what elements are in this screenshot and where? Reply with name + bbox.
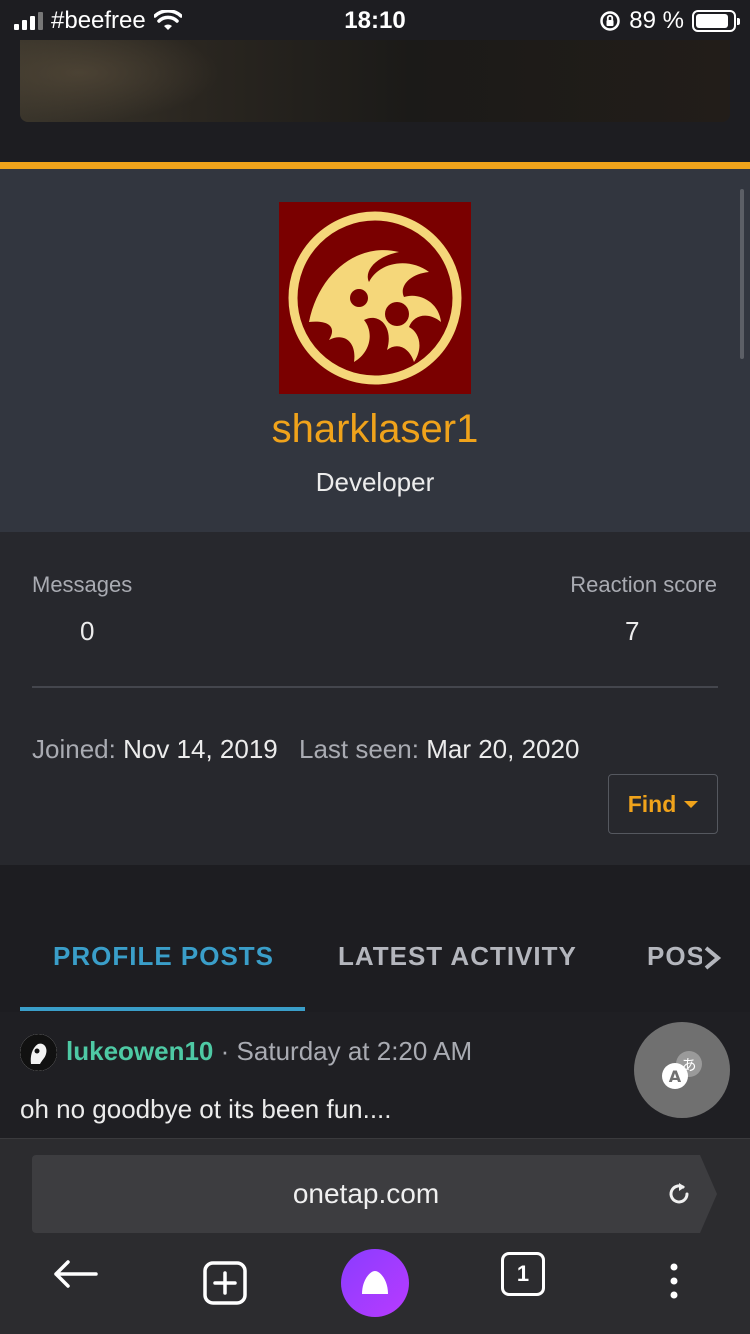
profile-header: sharklaser1 Developer xyxy=(0,162,750,532)
post-separator: · xyxy=(220,1036,230,1066)
profile-username: sharklaser1 xyxy=(271,407,479,451)
last-seen-date: Mar 20, 2020 xyxy=(426,734,580,764)
tab-postings[interactable]: POSTI xyxy=(647,941,702,972)
translate-icon: あ A xyxy=(662,1051,702,1089)
address-bar-url[interactable]: onetap.com xyxy=(32,1178,700,1210)
plus-square-icon xyxy=(203,1261,247,1305)
reaction-score-label: Reaction score xyxy=(570,572,717,597)
back-button[interactable] xyxy=(52,1259,98,1289)
post-timestamp[interactable]: Saturday at 2:20 AM xyxy=(237,1036,473,1066)
last-seen-label: Last seen: xyxy=(298,734,419,764)
scroll-tabs-right-icon[interactable] xyxy=(700,945,726,971)
find-label: Find xyxy=(627,790,677,817)
profile-banner-image xyxy=(20,40,730,122)
avatar[interactable] xyxy=(279,202,471,394)
browser-toolbar: onetap.com 1 xyxy=(0,1138,750,1334)
profile-tabs: PROFILE POSTS LATEST ACTIVITY POSTI xyxy=(0,865,750,1012)
tab-count: 1 xyxy=(501,1252,545,1296)
menu-button[interactable] xyxy=(664,1261,684,1301)
battery-icon xyxy=(692,10,740,32)
scrollbar[interactable] xyxy=(740,189,744,359)
tab-profile-posts[interactable]: PROFILE POSTS xyxy=(53,941,274,972)
messages-count[interactable]: 0 xyxy=(80,616,94,647)
tab-latest-activity[interactable]: LATEST ACTIVITY xyxy=(338,941,577,972)
translate-button[interactable]: あ A xyxy=(634,1022,730,1118)
find-button[interactable]: Find xyxy=(608,774,718,834)
arrow-left-icon xyxy=(54,1260,98,1288)
post-meta: lukeowen10 · Saturday at 2:20 AM xyxy=(66,1036,472,1067)
reload-icon[interactable] xyxy=(664,1179,694,1209)
user-silhouette-icon xyxy=(20,1034,57,1071)
rotation-lock-icon xyxy=(600,11,621,31)
joined-label: Joined: xyxy=(32,734,116,764)
more-vertical-icon xyxy=(670,1263,678,1299)
battery-percent: 89 % xyxy=(629,7,684,34)
svg-text:A: A xyxy=(669,1067,682,1086)
joined-date: Nov 14, 2019 xyxy=(123,734,278,764)
active-tab-indicator xyxy=(20,1007,305,1011)
phoenix-emblem-icon xyxy=(288,211,462,385)
status-right: 89 % xyxy=(599,7,740,35)
profile-dates: Joined: Nov 14, 2019 Last seen: Mar 20, … xyxy=(32,734,579,765)
profile-user-title: Developer xyxy=(315,467,435,497)
profile-stats: Messages 0 Reaction score 7 Joined: Nov … xyxy=(0,532,750,865)
tabs-switcher-button[interactable]: 1 xyxy=(501,1252,545,1296)
chevron-down-icon xyxy=(684,800,699,808)
voice-assistant-button[interactable] xyxy=(341,1249,409,1317)
post-body: oh no goodbye ot its been fun.... xyxy=(20,1094,392,1124)
new-tab-button[interactable] xyxy=(203,1261,247,1305)
post-username[interactable]: lukeowen10 xyxy=(66,1036,213,1066)
messages-label: Messages xyxy=(32,572,133,597)
post-avatar[interactable] xyxy=(20,1034,57,1071)
address-bar[interactable]: onetap.com xyxy=(32,1155,717,1233)
stats-divider xyxy=(32,686,718,688)
reaction-score-count[interactable]: 7 xyxy=(625,616,639,647)
status-bar: #beefree 18:10 89 % xyxy=(0,0,750,40)
assistant-icon xyxy=(362,1271,388,1294)
